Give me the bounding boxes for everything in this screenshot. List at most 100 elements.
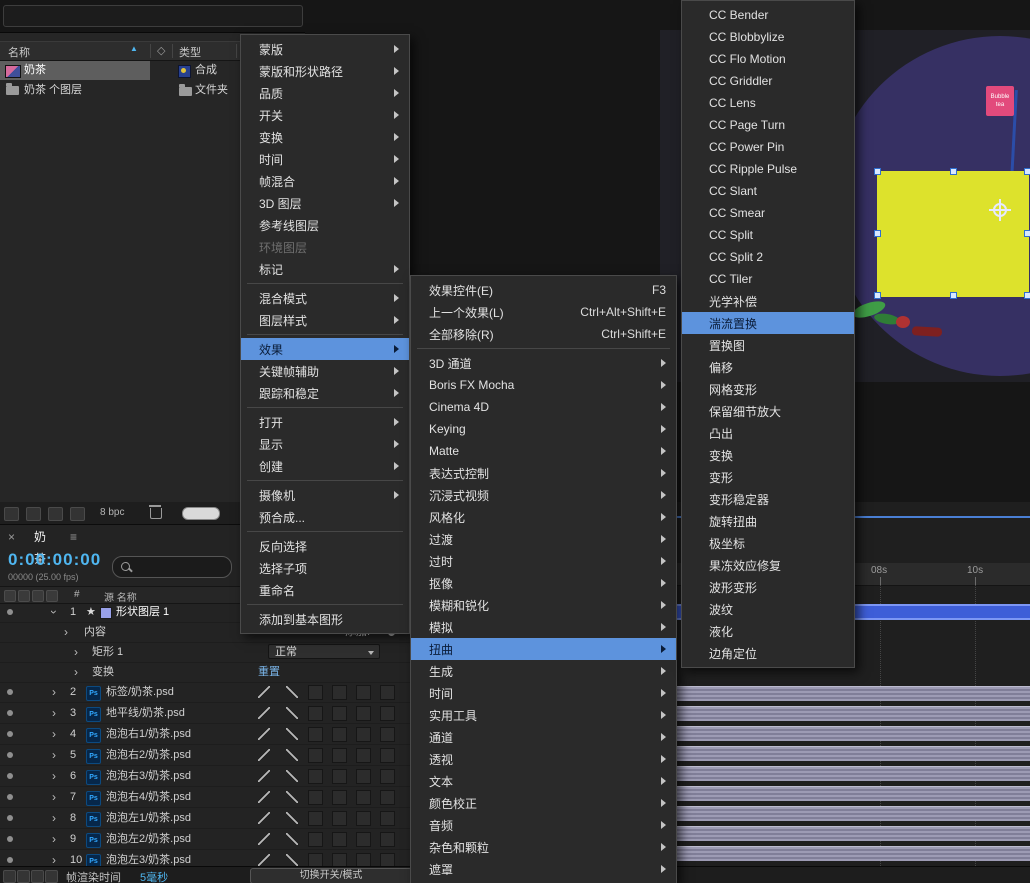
switch-checkbox[interactable] [332,706,347,721]
menu-item[interactable]: 扭曲 [411,638,676,660]
quality-switch-icon[interactable] [258,686,270,698]
menu-item[interactable]: 创建 [241,455,409,477]
switch-checkbox[interactable] [380,769,395,784]
toggle-switches-modes-button[interactable]: 切换开关/模式 [250,868,412,883]
menu-item[interactable]: CC Slant [682,180,854,202]
video-toggle[interactable] [7,773,13,779]
menu-item[interactable]: CC Blobbylize [682,26,854,48]
menu-item[interactable]: 文本 [411,770,676,792]
menu-item[interactable]: CC Page Turn [682,114,854,136]
switch-checkbox[interactable] [380,748,395,763]
menu-item[interactable]: 光学补偿 [682,290,854,312]
menu-item[interactable] [241,528,409,535]
switch-checkbox[interactable] [308,790,323,805]
layer-name[interactable]: 泡泡左1/奶茶.psd [106,808,191,828]
switch-checkbox[interactable] [380,790,395,805]
menu-item[interactable]: 沉浸式视频 [411,484,676,506]
panel-menu-icon[interactable]: ≡ [70,526,77,548]
switch-checkbox[interactable] [332,685,347,700]
quality-switch-icon[interactable] [258,854,270,866]
menu-item[interactable]: CC Split [682,224,854,246]
switch-checkbox[interactable] [380,706,395,721]
menu-item[interactable]: 蒙版和形状路径 [241,60,409,82]
timeline-search-field[interactable] [112,556,232,578]
selection-handle[interactable] [874,292,881,299]
menu-item[interactable]: 过时 [411,550,676,572]
expand-caret-icon[interactable]: › [52,787,56,807]
layer-duration-bar[interactable] [675,806,1030,821]
column-layer-number[interactable]: # [74,589,80,600]
menu-item[interactable]: 蒙版 [241,38,409,60]
menu-item[interactable] [411,345,676,352]
draft3d-icon[interactable] [17,870,30,883]
switch-checkbox[interactable] [356,727,371,742]
video-toggle[interactable] [7,836,13,842]
menu-item[interactable]: 打开 [241,411,409,433]
expand-caret-icon[interactable]: › [52,766,56,786]
menu-item[interactable]: 环境图层 [241,236,409,258]
mask-icon[interactable] [70,507,85,521]
menu-item[interactable]: 波纹 [682,598,854,620]
menu-item[interactable]: 预合成... [241,506,409,528]
switch-checkbox[interactable] [308,706,323,721]
menu-item[interactable]: 极坐标 [682,532,854,554]
menu-item[interactable]: 变形 [682,466,854,488]
menu-item[interactable]: 保留细节放大 [682,400,854,422]
switch-checkbox[interactable] [380,832,395,847]
effect-switch-icon[interactable] [286,707,298,719]
label-color-swatch[interactable] [100,607,112,619]
switch-checkbox[interactable] [332,727,347,742]
menu-item[interactable]: 参考线图层 [241,214,409,236]
expand-caret-icon[interactable]: › [52,682,56,702]
menu-item[interactable] [241,331,409,338]
menu-item[interactable]: CC Tiler [682,268,854,290]
menu-item[interactable]: 边角定位 [682,642,854,664]
menu-item[interactable]: 开关 [241,104,409,126]
layer-duration-bar[interactable] [675,826,1030,841]
layer-name[interactable]: 泡泡右2/奶茶.psd [106,745,191,765]
selection-handle[interactable] [1024,230,1030,237]
switch-checkbox[interactable] [332,748,347,763]
switch-checkbox[interactable] [308,685,323,700]
effect-switch-icon[interactable] [286,749,298,761]
switch-checkbox[interactable] [332,790,347,805]
menu-item[interactable]: 跟踪和稳定 [241,382,409,404]
menu-item[interactable]: 液化 [682,620,854,642]
menu-item[interactable] [241,404,409,411]
expand-caret-icon[interactable]: › [74,642,78,662]
layer-name[interactable]: 泡泡右3/奶茶.psd [106,766,191,786]
menu-item[interactable]: 3D 图层 [241,192,409,214]
selection-handle[interactable] [950,168,957,175]
menu-item[interactable]: 品质 [241,82,409,104]
menu-item[interactable]: Cinema 4D [411,396,676,418]
expand-caret-icon[interactable]: › [52,703,56,723]
effect-switch-icon[interactable] [286,833,298,845]
effect-switch-icon[interactable] [286,854,298,866]
layer-duration-bar[interactable] [675,726,1030,741]
menu-item[interactable]: 表达式控制 [411,462,676,484]
switch-checkbox[interactable] [308,748,323,763]
menu-item[interactable]: 重命名 [241,579,409,601]
layer-name[interactable]: 地平线/奶茶.psd [106,703,185,723]
menu-item[interactable]: Keying [411,418,676,440]
menu-item[interactable]: 偏移 [682,356,854,378]
selection-handle[interactable] [1024,292,1030,299]
menu-item[interactable]: CC Flo Motion [682,48,854,70]
menu-item[interactable]: 透视 [411,748,676,770]
reset-link[interactable]: 重置 [258,662,280,682]
menu-item[interactable]: 凸出 [682,422,854,444]
effect-switch-icon[interactable] [286,812,298,824]
switch-checkbox[interactable] [356,706,371,721]
menu-item[interactable]: 变换 [241,126,409,148]
expand-caret-icon[interactable]: › [52,808,56,828]
motion-blur-icon[interactable] [31,870,44,883]
menu-item[interactable]: 图层样式 [241,309,409,331]
menu-item[interactable]: 模拟 [411,616,676,638]
layer-name[interactable]: 泡泡右1/奶茶.psd [106,724,191,744]
lock-column-icon[interactable] [46,590,58,602]
video-column-icon[interactable] [4,590,16,602]
menu-item[interactable]: 音频 [411,814,676,836]
menu-item[interactable]: 置换图 [682,334,854,356]
switch-checkbox[interactable] [380,685,395,700]
menu-item[interactable]: 生成 [411,660,676,682]
